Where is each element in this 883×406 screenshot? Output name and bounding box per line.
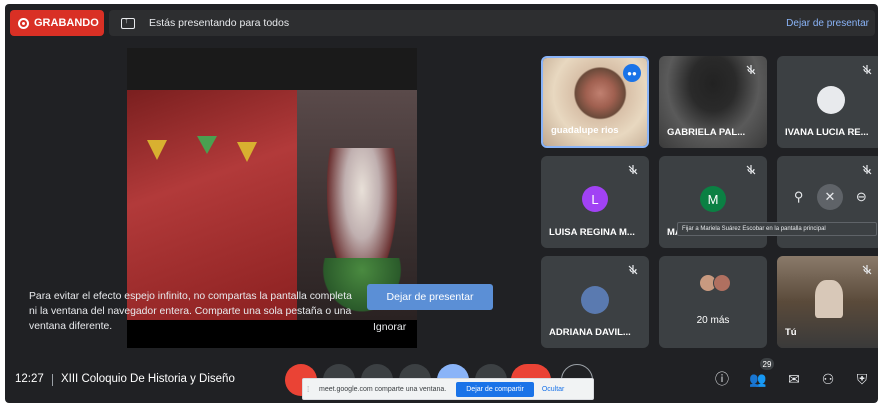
activities-icon[interactable]: ⚇ xyxy=(817,368,839,390)
participant-name: GABRIELA PAL... xyxy=(667,127,746,138)
more-avatars xyxy=(699,274,731,292)
presenting-message: Estás presentando para todos xyxy=(149,17,290,29)
avatar: L xyxy=(582,186,608,212)
browser-share-notification: ⁞ meet.google.com comparte una ventana. … xyxy=(302,378,594,400)
mic-off-icon xyxy=(861,64,873,76)
share-message: meet.google.com comparte una ventana. xyxy=(319,385,447,393)
info-icon[interactable]: ⓘ xyxy=(711,368,733,390)
screen-header xyxy=(127,48,417,90)
video-frame-left xyxy=(127,90,297,320)
recording-badge: GRABANDO xyxy=(10,10,104,36)
participant-tile[interactable]: L LUISA REGINA M... xyxy=(541,156,649,248)
recording-label: GRABANDO xyxy=(34,17,99,29)
stop-presenting-link[interactable]: Dejar de presentar xyxy=(786,18,869,29)
tile-hover-tools: ⚲ ✕ ⊖ xyxy=(777,184,878,210)
mic-off-icon xyxy=(745,64,757,76)
avatar xyxy=(581,286,609,314)
host-controls-icon[interactable]: ⛨ xyxy=(851,368,873,390)
participant-tile[interactable]: ●● guadalupe rios xyxy=(541,56,649,148)
self-tile[interactable]: Tú xyxy=(777,256,878,348)
mute-participant-icon[interactable]: ✕ xyxy=(816,184,843,210)
remove-icon[interactable]: ⊖ xyxy=(848,184,874,210)
participant-name: IVANA LUCIA RE... xyxy=(785,127,869,138)
stop-presenting-button[interactable]: Dejar de presentar xyxy=(367,284,493,310)
participant-name: Tú xyxy=(785,327,797,338)
drag-grip-icon[interactable]: ⁞ xyxy=(307,385,315,394)
chat-icon[interactable]: ✉ xyxy=(783,368,805,390)
participant-name: guadalupe rios xyxy=(551,125,619,136)
people-icon[interactable]: 👥 xyxy=(747,368,769,390)
hide-button[interactable]: Ocultar xyxy=(542,386,565,393)
participant-name: ADRIANA DAVIL... xyxy=(549,327,631,338)
mic-off-icon xyxy=(745,164,757,176)
present-screen-icon xyxy=(121,15,135,29)
participant-name: LUISA REGINA M... xyxy=(549,227,635,238)
mic-off-icon xyxy=(627,264,639,276)
stop-sharing-button[interactable]: Dejar de compartir xyxy=(456,381,534,397)
mic-off-icon xyxy=(627,164,639,176)
participant-tile[interactable]: GABRIELA PAL... xyxy=(659,56,767,148)
presenting-banner: Estás presentando para todos Dejar de pr… xyxy=(109,10,875,36)
infinite-mirror-warning: Para evitar el efecto espejo infinito, n… xyxy=(29,291,352,332)
more-participants-tile[interactable]: 20 más xyxy=(659,256,767,348)
participant-count-badge: 29 xyxy=(759,357,775,371)
participant-tile[interactable]: ADRIANA DAVIL... xyxy=(541,256,649,348)
clock: 12:27 xyxy=(15,373,44,385)
participant-tile[interactable]: IVANA LUCIA RE... xyxy=(777,56,878,148)
record-icon xyxy=(18,17,29,29)
speaking-indicator-icon: ●● xyxy=(623,64,641,82)
pin-tooltip: Fijar a Mariela Suárez Escobar en la pan… xyxy=(677,222,877,236)
mic-off-icon xyxy=(861,164,873,176)
more-participants-label: 20 más xyxy=(696,315,730,326)
meeting-title: XIII Coloquio De Historia y Diseño xyxy=(61,373,235,385)
meet-window: GRABANDO Estás presentando para todos De… xyxy=(5,4,878,403)
pin-icon[interactable]: ⚲ xyxy=(786,184,812,210)
ignore-button[interactable]: Ignorar xyxy=(373,321,406,333)
mic-off-icon xyxy=(861,264,873,276)
divider xyxy=(52,374,53,386)
avatar: M xyxy=(700,186,726,212)
avatar xyxy=(817,86,845,114)
